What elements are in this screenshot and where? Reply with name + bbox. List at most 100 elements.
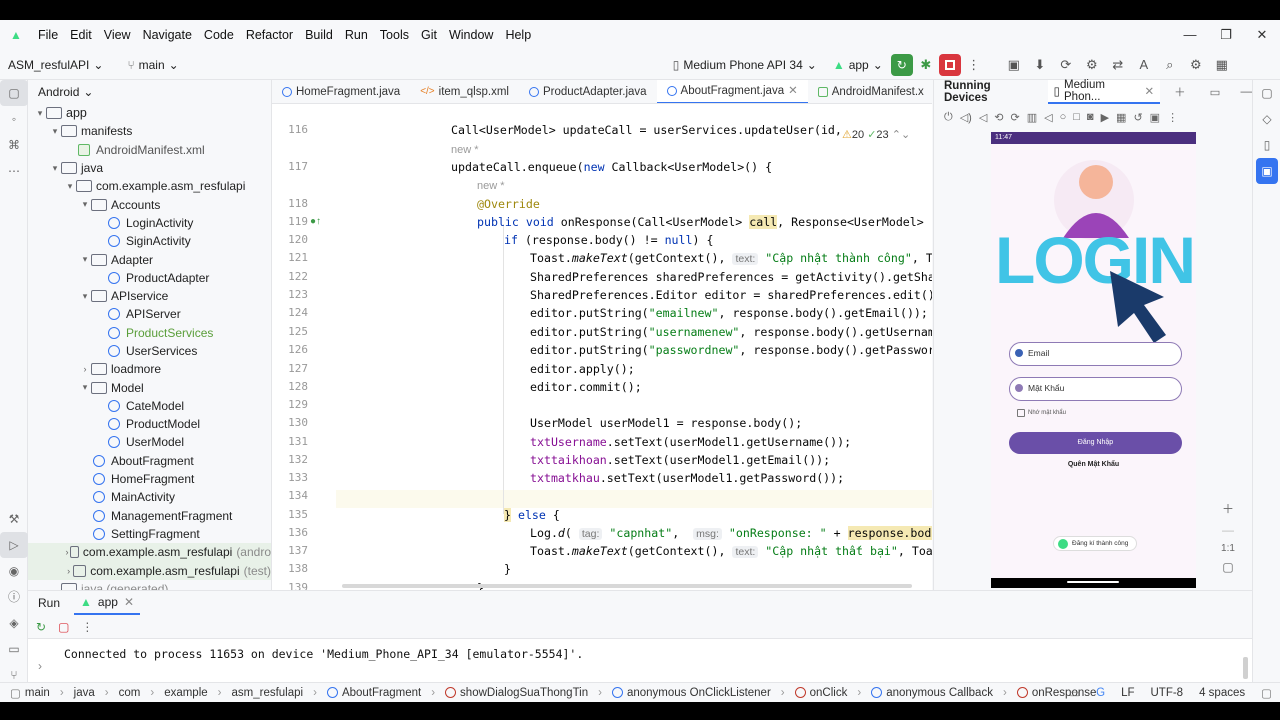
menu-code[interactable]: Code — [198, 28, 240, 42]
device-manager-icon[interactable]: ▣ — [1001, 57, 1027, 73]
tree-item[interactable]: ▾ APIservice — [28, 287, 271, 305]
expand-icon[interactable]: › — [38, 659, 42, 673]
translate-icon[interactable]: A — [1131, 57, 1157, 72]
tab-item-qlsp[interactable]: </> item_qlsp.xml — [410, 80, 519, 103]
horizontal-scrollbar[interactable] — [342, 584, 912, 588]
tree-item[interactable]: ▾ app — [28, 104, 271, 122]
fit-screen-icon[interactable]: ▢ — [1222, 560, 1233, 574]
tree-item[interactable]: APIServer — [28, 305, 271, 323]
chevron-down-icon[interactable]: ▾ — [79, 254, 91, 265]
structure-icon[interactable]: ⌘ — [0, 132, 28, 158]
breadcrumb-onclick[interactable]: onClick — [810, 687, 848, 699]
project-tool-icon[interactable]: ▢ — [0, 80, 28, 106]
remember-checkbox[interactable]: Nhớ mật khẩu — [1017, 409, 1066, 417]
breadcrumb-method[interactable]: showDialogSuaThongTin — [460, 687, 588, 699]
tree-item[interactable]: ▾ com.example.asm_resfulapi — [28, 177, 271, 195]
email-field[interactable]: Email — [1009, 342, 1182, 366]
branch-selector[interactable]: ⑂ main ⌄ — [119, 58, 186, 72]
layout-inspector-icon[interactable]: ▭ — [1069, 686, 1080, 700]
project-view-selector[interactable]: Android ⌄ — [28, 80, 271, 104]
menu-build[interactable]: Build — [299, 28, 339, 42]
snapshot-icon[interactable]: ▦ — [1116, 111, 1126, 124]
running-devices-icon[interactable]: ▣ — [1256, 158, 1278, 184]
menu-window[interactable]: Window — [443, 28, 499, 42]
encoding[interactable]: UTF-8 — [1151, 687, 1184, 699]
chevron-right-icon[interactable]: › — [79, 364, 91, 374]
tree-item[interactable]: SiginActivity — [28, 232, 271, 250]
restore-icon[interactable]: ❐ — [1208, 20, 1244, 50]
device-manager-icon[interactable]: ▯ — [1253, 132, 1280, 158]
tree-item[interactable]: ▾ Adapter — [28, 250, 271, 268]
close-icon[interactable]: ✕ — [1244, 20, 1280, 50]
volume-down-icon[interactable]: ◁ — [979, 111, 987, 124]
sdk-manager-icon[interactable]: ⬇ — [1027, 57, 1053, 73]
rerun-icon[interactable]: ↻ — [36, 620, 46, 634]
back-icon[interactable]: ◁ — [1044, 111, 1052, 124]
menu-file[interactable]: File — [32, 28, 64, 42]
breadcrumb-java[interactable]: java — [74, 687, 95, 699]
minimize-icon[interactable]: — — [1172, 20, 1208, 50]
stop-button[interactable] — [938, 53, 961, 76]
screenshot-icon[interactable]: ◙ — [1087, 111, 1094, 123]
chevron-down-icon[interactable]: ▾ — [64, 181, 76, 192]
debug-icon[interactable]: ✱ — [913, 57, 939, 73]
project-selector[interactable]: ASM_resfulAPI ⌄ — [0, 58, 111, 72]
device-tab[interactable]: ▯ Medium Phon... ✕ — [1047, 79, 1161, 104]
lock-icon[interactable]: ▢ — [1261, 686, 1272, 700]
notifications-icon[interactable]: ▢ — [1253, 80, 1280, 106]
tree-item[interactable]: MainActivity — [28, 488, 271, 506]
vertical-scrollbar[interactable] — [1243, 657, 1248, 679]
tree-item[interactable]: ▾ java — [28, 159, 271, 177]
login-button[interactable]: Đăng Nhập — [1009, 432, 1182, 454]
device-selector[interactable]: ▯ Medium Phone API 34 ⌄ — [665, 58, 825, 72]
problems-icon[interactable]: ⓘ — [0, 584, 28, 610]
indent-setting[interactable]: 4 spaces — [1199, 687, 1245, 699]
grid-icon[interactable]: ▦ — [1209, 57, 1235, 73]
tree-item[interactable]: ProductModel — [28, 415, 271, 433]
chevron-right-icon[interactable]: › — [64, 566, 73, 576]
tree-item[interactable]: HomeFragment — [28, 470, 271, 488]
zoom-in-icon[interactable]: ＋ — [1222, 500, 1234, 517]
tree-item[interactable]: ManagementFragment — [28, 507, 271, 525]
tree-item[interactable]: ProductServices — [28, 324, 271, 342]
history-icon[interactable]: ↺ — [1133, 111, 1142, 124]
power-icon[interactable]: ⏻ — [944, 111, 953, 124]
tab-androidmanifest[interactable]: AndroidManifest.x — [808, 80, 932, 103]
tree-item[interactable]: › com.example.asm_resfulapi (test) — [28, 561, 271, 580]
close-icon[interactable]: ✕ — [1144, 84, 1154, 98]
console-output[interactable]: Connected to process 11653 on device 'Me… — [64, 647, 583, 661]
menu-edit[interactable]: Edit — [64, 28, 98, 42]
terminal-icon[interactable]: ▭ — [0, 636, 28, 662]
tab-homefragment[interactable]: HomeFragment.java — [272, 80, 410, 103]
tree-item[interactable]: AndroidManifest.xml — [28, 141, 271, 159]
menu-view[interactable]: View — [98, 28, 137, 42]
close-icon[interactable]: ✕ — [788, 80, 798, 103]
logcat-icon[interactable]: ◉ — [0, 558, 28, 584]
record-icon[interactable]: ▶ — [1101, 111, 1109, 124]
breadcrumb-main[interactable]: main — [25, 687, 50, 699]
chevron-down-icon[interactable]: ▾ — [49, 126, 61, 137]
more-icon[interactable]: ⋮ — [961, 57, 987, 73]
volume-up-icon[interactable]: ◁) — [960, 111, 972, 124]
stop-icon[interactable]: ▢ — [58, 620, 69, 634]
tab-productadapter[interactable]: ProductAdapter.java — [519, 80, 657, 103]
overview-icon[interactable]: □ — [1073, 111, 1080, 123]
home-indicator[interactable] — [1067, 581, 1119, 583]
run-tab-app[interactable]: ▲ app ✕ — [74, 591, 140, 615]
password-field[interactable]: Mật Khẩu — [1009, 377, 1182, 401]
menu-help[interactable]: Help — [499, 28, 537, 42]
chevron-down-icon[interactable]: ▾ — [79, 291, 91, 302]
add-icon[interactable]: ＋ — [1174, 84, 1186, 100]
google-icon[interactable]: G — [1096, 687, 1105, 699]
chevron-down-icon[interactable]: ▾ — [34, 108, 46, 119]
run-tool-icon[interactable]: ▷ — [0, 532, 28, 558]
tree-item[interactable]: CateModel — [28, 397, 271, 415]
hide-icon[interactable]: — — [1241, 86, 1253, 98]
tree-item[interactable]: ▾ Accounts — [28, 195, 271, 213]
breadcrumb-example[interactable]: example — [164, 687, 207, 699]
chevron-down-icon[interactable]: ▾ — [79, 382, 91, 393]
rerun-button[interactable]: ↻ — [890, 53, 913, 76]
menu-git[interactable]: Git — [415, 28, 443, 42]
tree-item[interactable]: LoginActivity — [28, 214, 271, 232]
tree-item[interactable]: AboutFragment — [28, 452, 271, 470]
